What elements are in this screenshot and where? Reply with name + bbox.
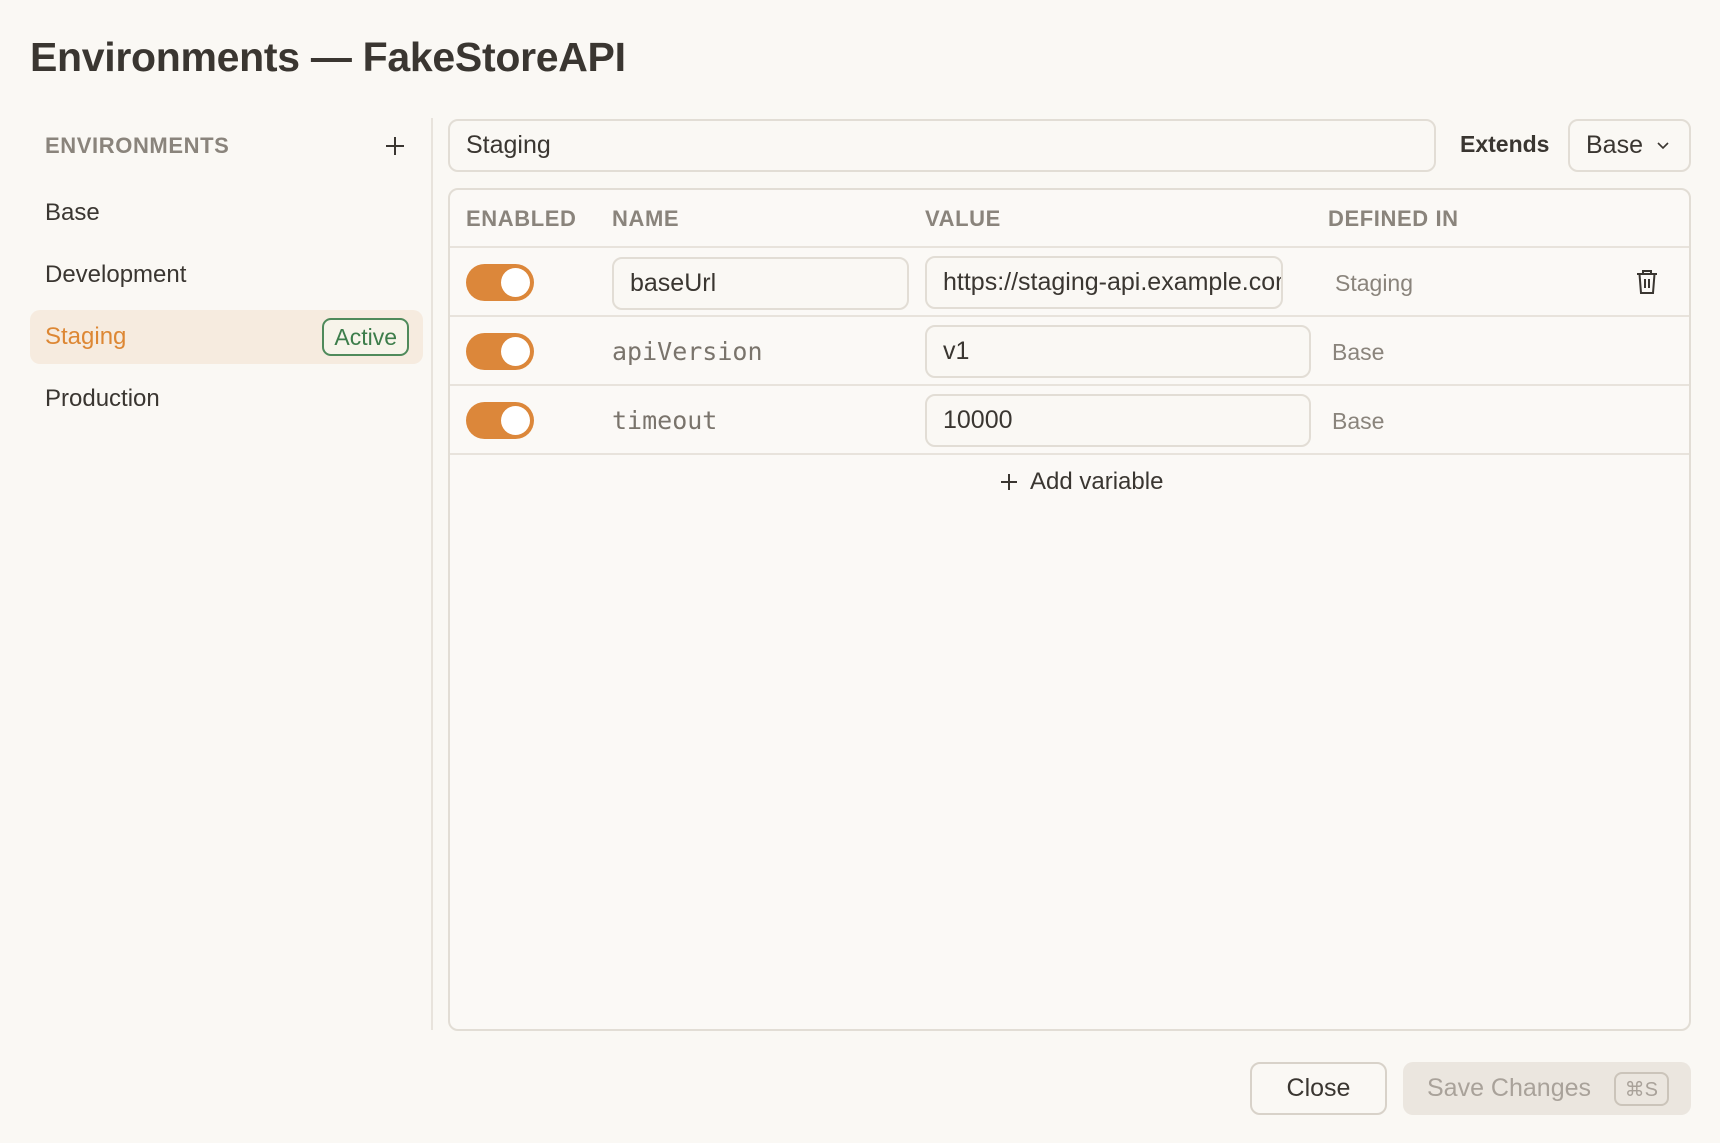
sidebar-item-label: Base xyxy=(45,199,100,226)
column-header-name: NAME xyxy=(612,206,680,231)
environment-list: Base Development Staging Active Producti… xyxy=(30,186,423,426)
delete-variable-button[interactable] xyxy=(1634,268,1660,296)
column-header-defined-in: DEFINED IN xyxy=(1328,206,1459,231)
sidebar-item-base[interactable]: Base xyxy=(30,186,423,240)
variable-name-text: timeout xyxy=(612,406,718,435)
plus-icon xyxy=(386,137,404,155)
trash-icon xyxy=(1637,270,1657,294)
defined-in-text: Base xyxy=(1332,339,1385,365)
table-row: timeout 10000 Base xyxy=(450,386,1689,455)
sidebar-item-label: Development xyxy=(45,261,187,288)
close-button[interactable]: Close xyxy=(1250,1062,1387,1115)
save-changes-label: Save Changes xyxy=(1427,1074,1592,1102)
variable-value-input[interactable]: 10000 xyxy=(925,394,1311,447)
variables-table: ENABLED NAME VALUE DEFINED IN baseUrl ht… xyxy=(448,188,1691,1031)
sidebar-item-label: Production xyxy=(45,385,160,412)
extends-select[interactable]: Base xyxy=(1568,119,1691,172)
variable-value-input[interactable]: https://staging-api.example.com xyxy=(925,256,1283,309)
variable-name-input[interactable]: baseUrl xyxy=(612,257,909,310)
table-header: ENABLED NAME VALUE DEFINED IN xyxy=(450,190,1689,248)
enabled-toggle[interactable] xyxy=(466,264,534,301)
sidebar-item-staging[interactable]: Staging Active xyxy=(30,310,423,364)
active-badge: Active xyxy=(322,318,409,356)
variable-value-input[interactable]: v1 xyxy=(925,325,1311,378)
column-header-enabled: ENABLED xyxy=(466,206,577,231)
save-changes-button[interactable]: Save Changes ⌘S xyxy=(1403,1062,1691,1115)
toggle-knob xyxy=(501,268,530,297)
plus-icon xyxy=(1001,474,1017,490)
sidebar-header-label: ENVIRONMENTS xyxy=(45,133,230,158)
enabled-toggle[interactable] xyxy=(466,333,534,370)
add-variable-button[interactable]: Add variable xyxy=(988,462,1173,502)
sidebar-header: ENVIRONMENTS xyxy=(30,118,423,174)
sidebar-item-development[interactable]: Development xyxy=(30,248,423,302)
column-header-value: VALUE xyxy=(925,206,1001,231)
variable-name-text: apiVersion xyxy=(612,337,763,366)
add-variable-label: Add variable xyxy=(1030,468,1164,495)
environments-dialog: Environments — FakeStoreAPI ENVIRONMENTS… xyxy=(0,0,1720,1143)
sidebar-divider xyxy=(431,118,433,1030)
defined-in-text: Base xyxy=(1332,408,1385,434)
enabled-toggle[interactable] xyxy=(466,402,534,439)
extends-label: Extends xyxy=(1460,131,1550,157)
table-row: baseUrl https://staging-api.example.com … xyxy=(450,248,1689,317)
environments-sidebar: ENVIRONMENTS Base Development Staging Ac… xyxy=(30,118,423,434)
extends-select-value: Base xyxy=(1586,131,1643,159)
chevron-down-icon xyxy=(1657,142,1669,150)
environment-name-input[interactable]: Staging xyxy=(448,119,1436,172)
sidebar-item-label: Staging xyxy=(45,323,127,350)
defined-in-text: Staging xyxy=(1335,270,1414,296)
keyboard-shortcut-badge: ⌘S xyxy=(1613,1072,1669,1106)
toggle-knob xyxy=(501,337,530,366)
toggle-knob xyxy=(501,406,530,435)
sidebar-item-production[interactable]: Production xyxy=(30,372,423,426)
dialog-title: Environments — FakeStoreAPI xyxy=(30,34,626,80)
add-environment-button[interactable] xyxy=(381,132,409,160)
table-row: apiVersion v1 Base xyxy=(450,317,1689,386)
